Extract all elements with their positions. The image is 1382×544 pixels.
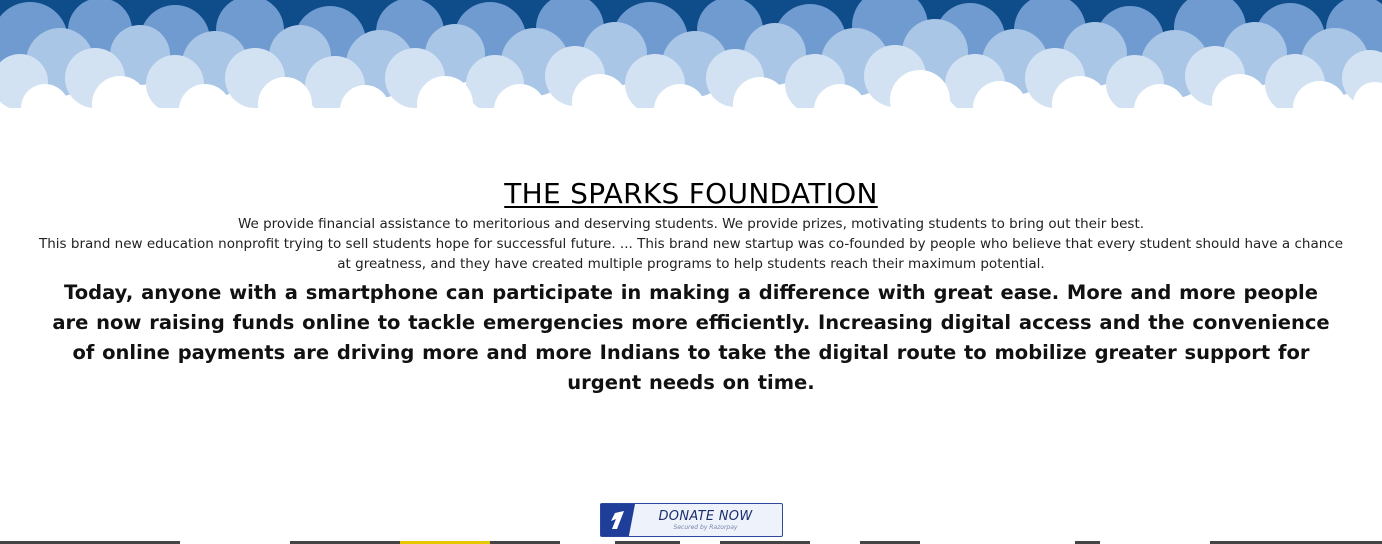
description-line-2: This brand new education nonprofit tryin…	[39, 236, 1343, 272]
page: THE SPARKS FOUNDATION We provide financi…	[0, 0, 1382, 544]
donate-sublabel: Secured by Razorpay	[673, 523, 738, 531]
cloud-banner	[0, 0, 1382, 150]
donate-text: DONATE NOW Secured by Razorpay	[635, 504, 782, 536]
lead-paragraph: Today, anyone with a smartphone can part…	[52, 281, 1330, 394]
description-line-1: We provide financial assistance to merit…	[237, 216, 1145, 232]
main-content: THE SPARKS FOUNDATION We provide financi…	[0, 176, 1382, 398]
razorpay-icon	[601, 504, 635, 536]
page-title: THE SPARKS FOUNDATION	[504, 177, 878, 210]
donate-now-button[interactable]: DONATE NOW Secured by Razorpay	[600, 503, 783, 537]
donate-label: DONATE NOW	[658, 508, 753, 524]
